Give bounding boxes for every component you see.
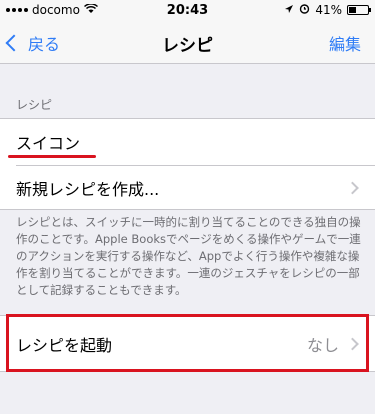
launch-recipe-group: レシピを起動 なし xyxy=(0,315,375,372)
chevron-right-icon xyxy=(346,181,359,195)
chevron-right-icon xyxy=(346,337,359,350)
create-new-recipe-item[interactable]: 新規レシピを作成... xyxy=(0,165,375,211)
recipes-list: スイコン 新規レシピを作成... xyxy=(0,118,375,210)
red-underline-annotation xyxy=(8,155,96,158)
location-icon xyxy=(284,3,294,17)
battery-icon xyxy=(347,5,371,15)
edit-button[interactable]: 編集 xyxy=(329,31,361,55)
create-new-recipe-label: 新規レシピを作成... xyxy=(16,180,160,199)
recipes-description: レシピとは、スイッチに一時的に割り当てることのできる独自の操作のことです。App… xyxy=(16,215,361,297)
status-right: 41% xyxy=(284,3,371,17)
alarm-icon xyxy=(299,3,310,17)
recipe-item-label: スイコン xyxy=(16,134,81,153)
status-bar: docomo 20:43 41% xyxy=(0,0,375,20)
recipes-section-header: レシピ xyxy=(16,98,53,112)
recipe-item-swicon[interactable]: スイコン xyxy=(0,119,375,165)
launch-recipe-value: なし xyxy=(306,335,339,355)
page-title: レシピ xyxy=(162,36,213,56)
launch-recipe-label: レシピを起動 xyxy=(16,335,113,355)
launch-recipe-item[interactable]: レシピを起動 なし xyxy=(0,316,375,371)
navigation-bar: 戻る レシピ 編集 xyxy=(0,20,375,64)
battery-percent: 41% xyxy=(315,3,342,17)
